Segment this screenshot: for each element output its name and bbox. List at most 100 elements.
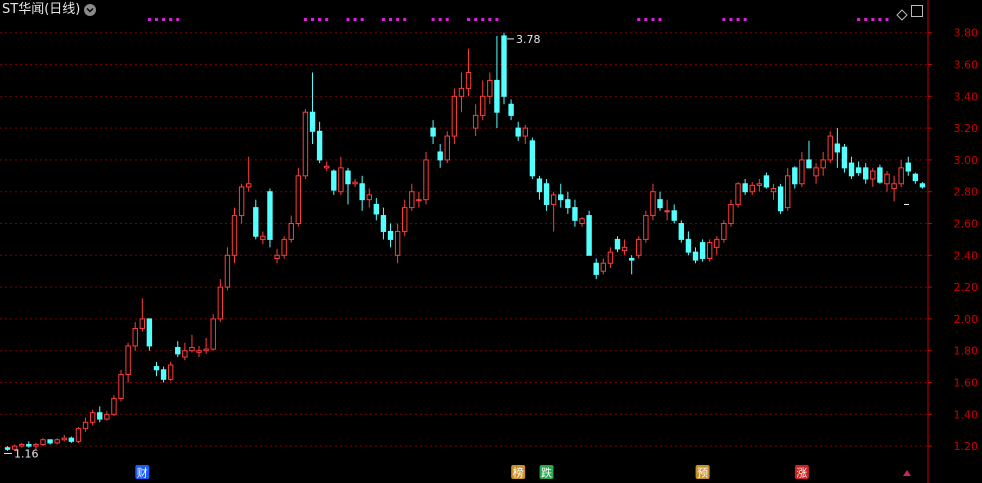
candle-body — [465, 71, 472, 89]
candle-body — [309, 111, 316, 132]
signal-dot — [637, 18, 641, 21]
candle-body — [47, 439, 53, 444]
candle-body — [196, 350, 202, 353]
candle-body — [430, 127, 436, 137]
candle-body — [770, 188, 777, 193]
candle-body — [777, 186, 784, 212]
candle-body — [19, 444, 25, 447]
candle-body — [175, 347, 181, 355]
signal-dot — [495, 18, 499, 21]
y-tick-label: 3.00 — [954, 154, 979, 167]
signal-dot — [360, 18, 364, 21]
candle-body — [288, 223, 294, 240]
candle-body — [203, 348, 209, 352]
chart-title: ST华闻(日线) — [2, 2, 97, 18]
candle-body — [167, 364, 174, 380]
candle-body — [600, 262, 606, 272]
candle-body — [68, 437, 75, 442]
candle-body — [210, 318, 216, 350]
candle-body — [848, 162, 855, 177]
low-label: 1.16 — [14, 447, 39, 460]
candle-body — [721, 223, 727, 240]
candle-body — [387, 230, 394, 240]
candle-body — [33, 444, 39, 447]
candle-body — [650, 191, 656, 217]
diamond-toggle-icon[interactable] — [896, 6, 908, 21]
candle-body — [189, 347, 195, 352]
scroll-up-icon[interactable] — [903, 470, 911, 476]
candle-body — [579, 218, 585, 225]
window-square-icon[interactable] — [911, 5, 923, 17]
candle-body — [593, 262, 599, 275]
candle-body — [905, 162, 911, 172]
candle-body — [543, 183, 550, 205]
candle-body — [487, 79, 493, 97]
signal-dot — [644, 18, 648, 21]
candle-body — [82, 421, 89, 430]
candle-body — [480, 95, 486, 116]
candle-body — [160, 369, 167, 380]
y-tick-label: 3.40 — [954, 90, 979, 103]
candle-body — [89, 412, 96, 423]
candle-body — [394, 230, 401, 256]
candle-body — [54, 439, 60, 444]
candle-body — [444, 135, 450, 161]
signal-dot — [878, 18, 882, 21]
signal-dot — [389, 18, 393, 21]
candle-body — [245, 183, 252, 188]
candle-body — [636, 238, 642, 256]
candle-body — [40, 439, 46, 446]
candle-body — [402, 207, 408, 232]
signal-dot — [871, 18, 875, 21]
signal-dot — [857, 18, 861, 21]
y-tick-label: 2.20 — [954, 281, 979, 294]
candle-body — [529, 140, 536, 177]
candle-body — [316, 130, 323, 161]
candle-body — [104, 413, 110, 420]
chart-title-text: ST华闻(日线) — [2, 2, 81, 17]
candle-body — [26, 444, 32, 447]
candle-body — [508, 103, 514, 116]
candle-body — [558, 194, 564, 201]
candle-body — [706, 242, 713, 259]
candle-body — [409, 191, 415, 209]
signal-dot — [736, 18, 740, 21]
candle-body — [324, 165, 330, 169]
candle-body — [586, 215, 592, 256]
signal-dot — [481, 18, 485, 21]
candle-body — [898, 167, 904, 185]
signal-dot — [722, 18, 726, 21]
event-marker-label: 财 — [137, 466, 148, 480]
candle-body — [472, 114, 479, 129]
y-tick-label: 1.20 — [954, 440, 979, 453]
candle-body — [238, 186, 245, 217]
signal-dot — [169, 18, 173, 21]
signal-dot — [311, 18, 315, 21]
dropdown-chevron-icon[interactable] — [84, 4, 97, 16]
candle-body — [607, 251, 614, 264]
candle-body — [536, 178, 543, 193]
high-label: 3.78 — [516, 33, 541, 46]
candle-body — [678, 223, 685, 240]
candle-body — [671, 210, 677, 221]
signal-dot — [474, 18, 478, 21]
candle-body — [260, 235, 266, 240]
signal-dot — [403, 18, 407, 21]
candle-body — [437, 151, 443, 161]
candle-body — [97, 412, 103, 420]
candle-body — [877, 167, 883, 183]
candle-body — [224, 254, 231, 288]
candle-body — [699, 242, 706, 259]
event-marker-label: 跌 — [541, 466, 552, 480]
candle-body — [785, 175, 791, 209]
candle-body — [111, 397, 117, 415]
candle-body — [4, 447, 11, 450]
signal-dot — [396, 18, 400, 21]
event-marker-label: 预 — [697, 467, 708, 480]
candle-body — [515, 127, 521, 137]
candle-body — [373, 203, 380, 215]
y-tick-label: 2.60 — [954, 218, 979, 231]
y-tick-label: 1.80 — [954, 345, 979, 358]
candle-body — [146, 318, 153, 347]
signal-dot — [864, 18, 868, 21]
